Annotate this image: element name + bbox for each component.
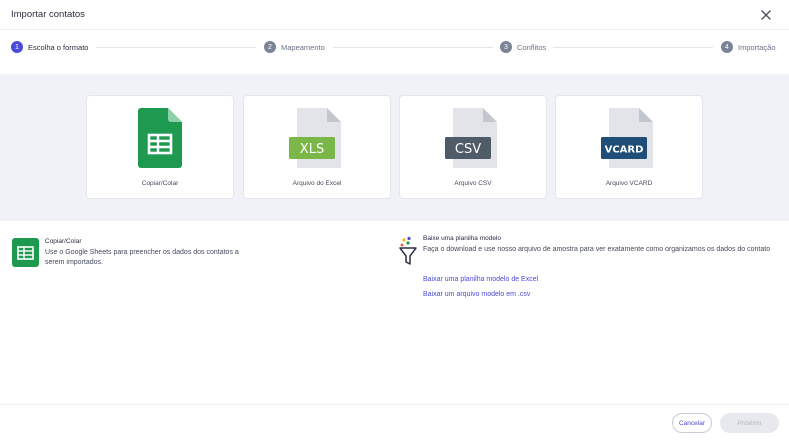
format-selection-area: Copiar/Colar XLS Arquivo do Excel CSV Ar… [0, 74, 789, 221]
format-card-caption: Arquivo do Excel [292, 180, 342, 187]
step-label: Importação [738, 42, 776, 52]
format-card-vcard[interactable]: VCARD Arquivo VCARD [555, 95, 703, 199]
next-button[interactable]: Próximo [720, 413, 779, 433]
step-connector [553, 47, 713, 48]
step-label: Escolha o formato [28, 42, 89, 52]
google-sheets-icon [12, 238, 39, 267]
selected-format-description: Use o Google Sheets para preencher os da… [45, 249, 239, 266]
step-mapping: 2 Mapeamento [264, 41, 325, 53]
dialog-header: Importar contatos [0, 0, 789, 30]
close-icon[interactable] [759, 8, 773, 22]
step-number: 2 [264, 41, 276, 53]
step-import: 4 Importação [721, 41, 776, 53]
template-info-title: Baixe uma planilha modelo [423, 235, 502, 242]
step-connector [96, 47, 256, 48]
vcard-file-icon: VCARD [601, 108, 653, 168]
format-card-copy-paste[interactable]: Copiar/Colar [86, 95, 234, 199]
format-card-csv[interactable]: CSV Arquivo CSV [399, 95, 547, 199]
file-badge-text: CSV [455, 142, 481, 157]
file-badge-text: VCARD [605, 145, 644, 156]
funnel-icon [399, 236, 417, 265]
format-card-caption: Copiar/Colar [141, 180, 179, 187]
selected-format-title: Copiar/Colar [45, 238, 82, 245]
step-connector [333, 47, 493, 48]
step-number: 1 [11, 41, 23, 53]
step-number: 3 [500, 41, 512, 53]
dialog-title: Importar contatos [11, 9, 85, 20]
step-conflicts: 3 Conflitos [500, 41, 546, 53]
download-csv-template-link[interactable]: Baixar um arquivo modelo em .csv [423, 291, 530, 298]
step-label: Mapeamento [281, 42, 325, 52]
format-card-caption: Arquivo CSV [454, 180, 492, 187]
template-info-description: Faça o download e use nosso arquivo de a… [423, 246, 771, 253]
step-number: 4 [721, 41, 733, 53]
step-choose-format: 1 Escolha o formato [11, 41, 88, 53]
xls-file-icon: XLS [289, 108, 341, 168]
download-excel-template-link[interactable]: Baixar uma planilha modelo de Excel [423, 276, 538, 283]
dialog-footer: Cancelar Próximo [0, 404, 789, 443]
import-contacts-dialog: Importar contatos 1 Escolha o formato 2 … [0, 0, 789, 443]
format-card-excel[interactable]: XLS Arquivo do Excel [243, 95, 391, 199]
format-card-caption: Arquivo VCARD [605, 180, 653, 187]
cancel-button[interactable]: Cancelar [672, 413, 712, 433]
file-badge-text: XLS [300, 142, 324, 157]
csv-file-icon: CSV [445, 108, 497, 168]
step-label: Conflitos [517, 42, 547, 52]
import-stepper: 1 Escolha o formato 2 Mapeamento 3 Confl… [0, 30, 789, 74]
google-sheets-icon [138, 108, 182, 168]
